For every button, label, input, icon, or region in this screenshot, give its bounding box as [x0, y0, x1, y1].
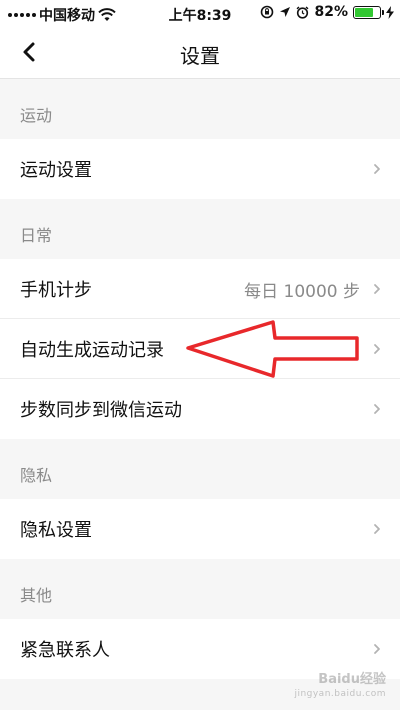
battery-icon	[353, 5, 384, 19]
section-header-privacy: 隐私	[0, 439, 400, 499]
settings-row[interactable]: 自动生成运动记录	[0, 319, 400, 379]
alarm-icon	[297, 5, 309, 19]
section-header-other: 其他	[0, 559, 400, 619]
settings-list: 运动 运动设置 日常 手机计步 每日 10000 步自动生成运动记录 步数同步到微信运动隐…	[0, 79, 400, 679]
section-header-daily: 日常	[0, 199, 400, 259]
battery-fill	[355, 7, 373, 17]
settings-row[interactable]: 手机计步 每日 10000 步	[0, 259, 400, 319]
settings-row-label: 手机计步	[20, 280, 92, 301]
status-right: 82%	[260, 4, 394, 20]
charging-bolt-icon	[386, 5, 394, 19]
watermark-text: Baidu经验	[318, 672, 386, 687]
page-title: 设置	[180, 44, 220, 68]
nav-bar: 设置	[0, 28, 400, 79]
watermark: Baidu经验 jingyan.baidu.com	[294, 672, 386, 702]
settings-row[interactable]: 紧急联系人	[0, 619, 400, 679]
watermark-sub: jingyan.baidu.com	[294, 689, 386, 699]
chevron-right-icon	[374, 524, 380, 534]
settings-row[interactable]: 运动设置	[0, 139, 400, 199]
settings-row[interactable]: 隐私设置	[0, 499, 400, 559]
chevron-right-icon	[374, 284, 380, 294]
settings-row-label: 步数同步到微信运动	[20, 400, 182, 421]
orientation-lock-icon	[261, 5, 274, 19]
location-arrow-icon	[280, 7, 291, 17]
chevron-right-icon	[374, 644, 380, 654]
settings-row-label: 紧急联系人	[20, 640, 110, 661]
settings-row-label: 运动设置	[20, 160, 92, 181]
section-header-sport: 运动	[0, 79, 400, 139]
settings-row-value: 每日 10000 步	[244, 282, 360, 302]
settings-row-label: 自动生成运动记录	[20, 340, 164, 361]
chevron-right-icon	[374, 404, 380, 414]
status-bar: 中国移动 上午8:39 82%	[0, 0, 400, 28]
settings-row[interactable]: 步数同步到微信运动	[0, 379, 400, 439]
chevron-right-icon	[374, 164, 380, 174]
battery-percent: 82%	[314, 4, 348, 20]
settings-row-label: 隐私设置	[20, 520, 92, 541]
chevron-right-icon	[374, 344, 380, 354]
